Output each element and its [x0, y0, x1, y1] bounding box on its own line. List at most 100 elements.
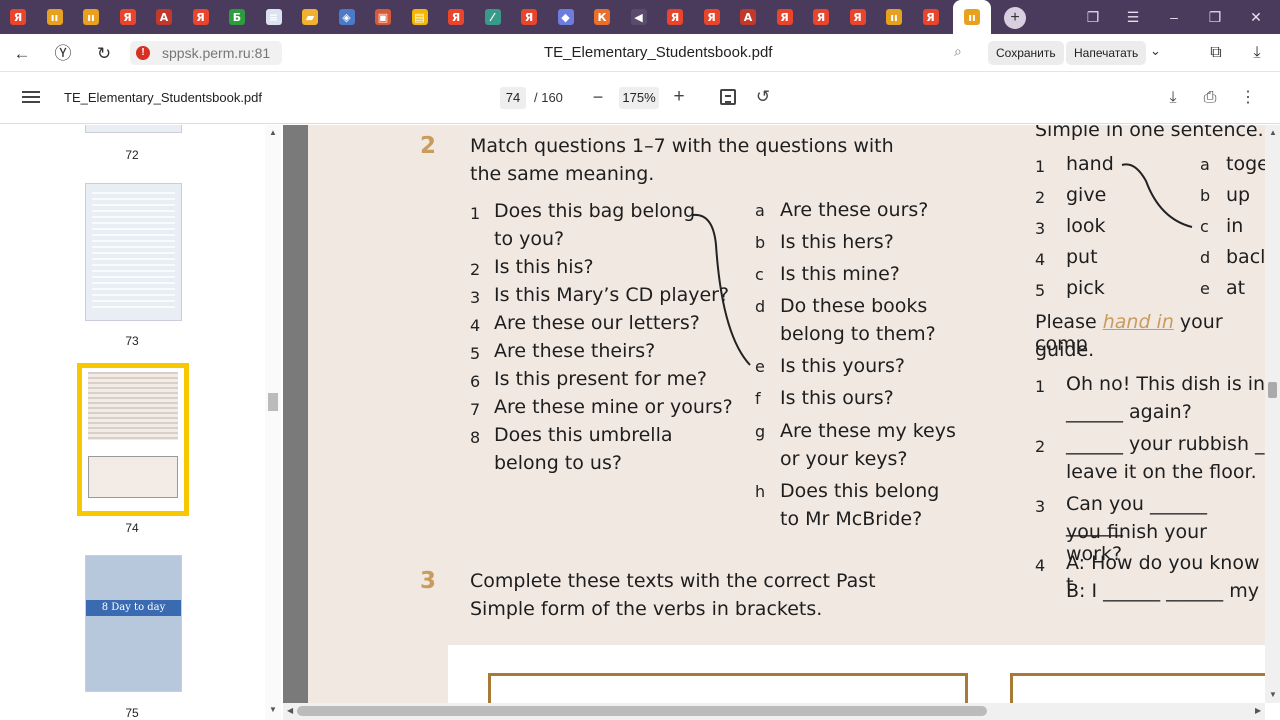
browser-tab[interactable]: A [732, 3, 764, 31]
browser-tab[interactable]: Я [915, 3, 947, 31]
verb-text: give [1066, 184, 1107, 206]
browser-tab[interactable]: A [148, 3, 180, 31]
pdf-page: 2 Match questions 1–7 with the questions… [308, 125, 1280, 703]
restore-icon[interactable]: ❐ [1202, 6, 1228, 28]
sidebar-scrollbar[interactable] [265, 125, 281, 720]
zoom-out-button[interactable]: − [588, 84, 608, 110]
browser-tab[interactable]: Я [769, 3, 801, 31]
minimize-icon[interactable]: – [1161, 6, 1187, 28]
scroll-right-icon[interactable]: ▶ [1255, 706, 1261, 715]
browser-tab[interactable]: ıı [39, 3, 71, 31]
pdf-viewer[interactable]: 2 Match questions 1–7 with the questions… [283, 125, 1280, 703]
thumbnail-page-72[interactable] [85, 125, 182, 133]
thumbnail-label: 73 [125, 334, 139, 348]
collections-icon[interactable]: ⧉ [1205, 42, 1227, 64]
particle-text: toge [1226, 153, 1269, 175]
browser-tab-active[interactable]: ıı [953, 0, 991, 34]
zoom-in-button[interactable]: + [668, 84, 690, 110]
verb-number: 2 [1035, 188, 1046, 207]
browser-tab[interactable]: Я [805, 3, 837, 31]
browser-tab[interactable]: ◀ [623, 3, 655, 31]
browser-tab[interactable]: Б [221, 3, 253, 31]
browser-tab[interactable]: Я [440, 3, 472, 31]
sidebar-menu-icon[interactable] [22, 88, 40, 106]
answer-letter: f [755, 389, 761, 408]
answer-text: Is this ours? [780, 387, 894, 409]
browser-tab[interactable]: ıı [878, 3, 910, 31]
question-number: 4 [470, 316, 481, 335]
yandex-logo-icon[interactable]: Ⓨ [51, 42, 75, 66]
browser-tab[interactable]: ◆ [550, 3, 582, 31]
page-number-input[interactable]: 74 [500, 87, 526, 109]
save-button[interactable]: Сохранить [988, 41, 1064, 65]
question-text: Are these our letters? [494, 312, 700, 334]
browser-tab[interactable]: Я [696, 3, 728, 31]
thumbnail-caption: 8 Day to day [86, 600, 181, 616]
viewer-scrollbar[interactable] [1265, 125, 1280, 703]
particle-text: at [1226, 277, 1246, 299]
folder-icon: ▰ [302, 9, 318, 25]
question-text: Are these theirs? [494, 340, 656, 362]
exercise-number: 2 [420, 133, 437, 159]
print-icon[interactable]: ⎙ [1198, 86, 1222, 110]
question-number: 2 [470, 260, 481, 279]
browser-tab[interactable]: Я [2, 3, 34, 31]
fit-page-icon[interactable] [720, 89, 736, 105]
particle-text: bacl [1226, 246, 1266, 268]
thumbnail-page-73[interactable] [85, 183, 182, 321]
speaker-icon: ◀ [630, 9, 647, 25]
new-tab-button[interactable]: + [1004, 7, 1026, 29]
chevron-down-icon[interactable]: ⌄ [1150, 43, 1161, 59]
zoom-level[interactable]: 175% [619, 87, 659, 109]
item-number: 1 [1035, 377, 1046, 396]
please-text: Please [1035, 311, 1097, 333]
browser-tab[interactable]: Я [513, 3, 545, 31]
download-icon[interactable]: ⤓ [1161, 86, 1185, 110]
thumbnail-page-75[interactable]: 8 Day to day [85, 555, 182, 692]
browser-tab[interactable]: ◈ [331, 3, 363, 31]
browser-tab[interactable]: ▣ [367, 3, 399, 31]
download-icon[interactable]: ⤓ [1246, 42, 1268, 64]
exercise-instruction: Complete these texts with the correct Pa… [470, 570, 876, 592]
scroll-left-icon[interactable]: ◀ [287, 706, 293, 715]
url-field[interactable]: ! sppsk.perm.ru:81 [130, 41, 282, 65]
more-options-icon[interactable]: ⋮ [1236, 86, 1260, 110]
browser-tab[interactable]: Я [659, 3, 691, 31]
menu-icon[interactable]: ☰ [1120, 6, 1146, 28]
scroll-up-icon[interactable]: ▲ [269, 128, 277, 137]
particle-letter: e [1200, 279, 1210, 298]
print-button[interactable]: Напечатать [1066, 41, 1147, 65]
browser-tab[interactable]: Я [112, 3, 144, 31]
item-number: 4 [1035, 556, 1046, 575]
browser-tab[interactable]: ⁄ [477, 3, 509, 31]
yandex-icon: Я [10, 9, 26, 25]
horizontal-scroll-thumb[interactable] [297, 706, 987, 716]
sidebar-scroll-thumb[interactable] [268, 393, 278, 411]
scroll-down-icon[interactable]: ▼ [1269, 690, 1277, 699]
close-icon[interactable]: ✕ [1243, 6, 1269, 28]
tab-manager-icon[interactable]: ❐ [1080, 6, 1106, 28]
browser-tab[interactable]: К [586, 3, 618, 31]
answer-text: Does this belong [780, 480, 940, 502]
viewer-scroll-thumb[interactable] [1268, 382, 1277, 398]
browser-tab[interactable]: ▤ [404, 3, 436, 31]
scroll-down-icon[interactable]: ▼ [269, 705, 277, 714]
answer-text: Are these my keys [780, 420, 956, 442]
back-icon[interactable]: ← [10, 42, 34, 66]
browser-tab[interactable]: ▰ [294, 3, 326, 31]
scroll-up-icon[interactable]: ▲ [1269, 128, 1277, 137]
browser-tab[interactable]: ≡ [258, 3, 290, 31]
particle-letter: b [1200, 186, 1211, 205]
rotate-icon[interactable]: ↺ [752, 86, 774, 108]
browser-tab[interactable]: ıı [75, 3, 107, 31]
verb-text: hand [1066, 153, 1114, 175]
browser-tab[interactable]: Я [185, 3, 217, 31]
reload-icon[interactable]: ↻ [92, 42, 116, 66]
pdf-music-icon: ıı [964, 9, 980, 25]
zoom-icon[interactable]: ⌕ [954, 43, 974, 63]
yandex-icon: Я [119, 9, 136, 25]
thumbnail-page-74-selected[interactable] [77, 363, 189, 516]
browser-tab[interactable]: Я [842, 3, 874, 31]
question-number: 7 [470, 400, 481, 419]
warning-icon[interactable]: ! [136, 46, 150, 60]
